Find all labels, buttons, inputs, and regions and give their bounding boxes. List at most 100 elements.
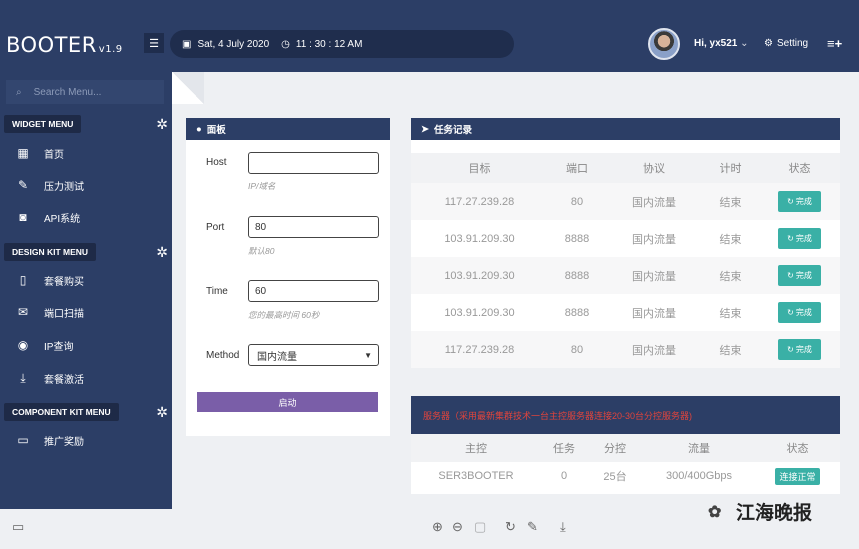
timer-cell: 结束 <box>719 270 742 283</box>
slaves-cell: 25台 <box>603 471 627 483</box>
target-cell: 117.27.239.28 <box>444 343 515 356</box>
sidebar-item-label: 套餐激活 <box>44 374 84 386</box>
host-input[interactable] <box>248 152 379 174</box>
mail-icon: ✉ <box>17 305 29 319</box>
panel-title: 面板 <box>206 125 226 136</box>
sidebar-item-home[interactable]: ▦ 首页 <box>16 143 64 163</box>
eye-icon: ◉ <box>17 338 29 352</box>
menu-toggle-button[interactable]: ☰ <box>144 33 164 53</box>
date-display: ▣ Sat, 4 July 2020 <box>182 39 269 50</box>
done-label: 完成 <box>795 308 812 317</box>
section-component-kit-menu: COMPONENT KIT MENU ✲ <box>4 402 168 422</box>
refresh-icon: ↻ <box>787 345 794 354</box>
table-row: SER3BOOTER 0 25台 300/400Gbps 连接正常 <box>411 462 840 490</box>
watermark: ✿ 江海晚报 <box>708 498 812 525</box>
download-icon[interactable]: ⤓ <box>560 519 566 535</box>
sidebar-item-activate-package[interactable]: ⤓ 套餐激活 <box>16 368 84 388</box>
gear-icon[interactable]: ✲ <box>156 404 168 421</box>
table-row: 117.27.239.28 80 国内流量 结束 ↻ 完成 <box>411 183 840 220</box>
servers-panel-header: 服务器（采用最新集群技术一台主控服务器连接20-30台分控服务器) <box>411 396 840 434</box>
section-widget-menu: WIDGET MENU ✲ <box>4 114 168 134</box>
time-hint: 您的最高时间 60秒 <box>248 310 320 320</box>
sidebar-item-stress-test[interactable]: ✎ 压力测试 <box>16 175 84 195</box>
refresh-icon: ↻ <box>787 234 794 243</box>
date-text: Sat, 4 July 2020 <box>197 38 270 50</box>
sidebar-item-referral[interactable]: ▭ 推广奖励 <box>16 430 84 450</box>
protocol-cell: 国内流量 <box>632 270 676 283</box>
done-button[interactable]: ↻ 完成 <box>778 339 821 360</box>
sidebar-item-port-scan[interactable]: ✉ 端口扫描 <box>16 302 84 322</box>
done-label: 完成 <box>795 197 812 206</box>
timer-cell: 结束 <box>719 344 742 357</box>
rotate-icon[interactable]: ↻ <box>505 519 516 535</box>
section-title: COMPONENT KIT MENU <box>4 403 119 421</box>
gear-icon[interactable]: ✲ <box>156 116 168 133</box>
done-button[interactable]: ↻ 完成 <box>778 302 821 323</box>
edit-icon: ✎ <box>17 178 29 192</box>
protocol-cell: 国内流量 <box>632 233 676 246</box>
column-header: 流量 <box>688 443 710 455</box>
column-header: 端口 <box>566 163 588 175</box>
hamburger-icon: ☰ <box>149 37 159 50</box>
time-label: Time <box>206 286 228 297</box>
gear-icon[interactable]: ✲ <box>156 244 168 261</box>
zoom-out-icon[interactable]: ⊖ <box>452 519 463 535</box>
target-cell: 103.91.209.30 <box>444 232 515 245</box>
table-header: 目标 端口 协议 计时 状态 <box>411 153 840 183</box>
monitor-icon: ▭ <box>17 433 29 447</box>
start-button[interactable]: 启动 <box>197 392 378 412</box>
date-time-bar: ▣ Sat, 4 July 2020 ◷ 11 : 30 : 12 AM <box>170 30 514 58</box>
table-row: 103.91.209.30 8888 国内流量 结束 ↻ 完成 <box>411 294 840 331</box>
panel-icon: ● <box>196 123 202 135</box>
method-label: Method <box>206 350 240 361</box>
control-panel: ● 面板 Host IP/域名 Port 80 默认80 Time 60 您的最… <box>186 118 390 436</box>
sidebar-item-ip-lookup[interactable]: ◉ IP查询 <box>16 335 74 355</box>
setting-button[interactable]: ⚙ Setting <box>764 38 808 49</box>
brand-name: BOOTER <box>6 33 97 57</box>
target-cell: 103.91.209.30 <box>444 306 515 319</box>
avatar[interactable] <box>648 28 680 60</box>
more-menu-icon[interactable]: ≡+ <box>827 36 842 51</box>
monitor-icon[interactable]: ▭ <box>12 519 24 535</box>
refresh-icon: ↻ <box>787 308 794 317</box>
status-cell: ↻ 完成 <box>759 339 840 360</box>
done-button[interactable]: ↻ 完成 <box>778 265 821 286</box>
sidebar: ⌕ Search Menu... WIDGET MENU ✲ ▦ 首页 ✎ 压力… <box>0 72 172 509</box>
refresh-icon: ↻ <box>787 197 794 206</box>
host-label: Host <box>206 157 227 168</box>
panel-title: 任务记录 <box>433 125 472 136</box>
timer-cell: 结束 <box>719 233 742 246</box>
refresh-icon: ↻ <box>787 271 794 280</box>
pen-icon[interactable]: ✎ <box>527 519 538 535</box>
sidebar-item-buy-package[interactable]: ▯ 套餐购买 <box>16 270 84 290</box>
traffic-cell: 300/400Gbps <box>665 470 733 482</box>
done-button[interactable]: ↻ 完成 <box>778 191 821 212</box>
user-menu[interactable]: Hi, yx521 ⌄ <box>694 38 749 49</box>
method-select[interactable]: 国内流量 ▼ <box>248 344 379 366</box>
column-header: 分控 <box>604 443 626 455</box>
sidebar-item-label: API系统 <box>44 213 81 225</box>
search-menu[interactable]: ⌕ Search Menu... <box>6 80 164 104</box>
brand-version: v1.9 <box>98 44 123 55</box>
done-label: 完成 <box>795 345 812 354</box>
send-icon: ➤ <box>421 123 429 135</box>
wechat-icon: ✿ <box>708 503 722 521</box>
brand-logo[interactable]: BOOTER v1.9 <box>6 33 123 57</box>
camera-icon: ◙ <box>19 210 27 224</box>
done-button[interactable]: ↻ 完成 <box>778 228 821 249</box>
protocol-cell: 国内流量 <box>632 196 676 209</box>
port-input[interactable]: 80 <box>248 216 379 238</box>
time-input[interactable]: 60 <box>248 280 379 302</box>
protocol-cell: 国内流量 <box>632 307 676 320</box>
status-cell: ↻ 完成 <box>759 302 840 323</box>
fit-icon[interactable]: ▢ <box>474 519 486 535</box>
sidebar-item-label: IP查询 <box>44 341 74 353</box>
port-cell: 8888 <box>564 306 590 319</box>
zoom-in-icon[interactable]: ⊕ <box>432 519 443 535</box>
panel-header: ● 面板 <box>186 118 390 140</box>
search-icon: ⌕ <box>16 86 22 98</box>
search-input[interactable]: Search Menu... <box>34 87 102 98</box>
time-display: ◷ 11 : 30 : 12 AM <box>281 39 362 50</box>
port-label: Port <box>206 222 225 233</box>
sidebar-item-api[interactable]: ◙ API系统 <box>16 207 80 227</box>
